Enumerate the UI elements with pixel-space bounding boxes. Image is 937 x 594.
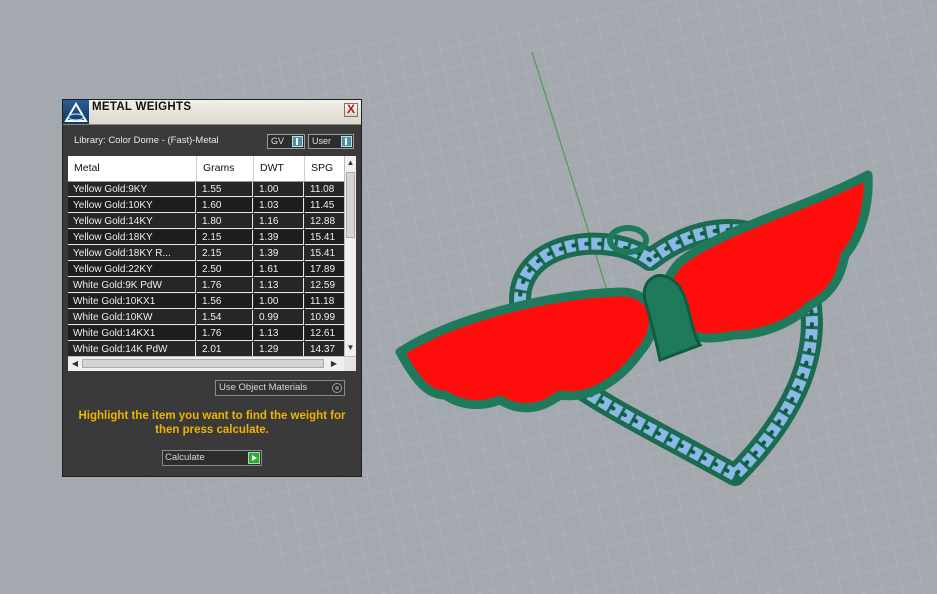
mode-dropdown-value: User (312, 136, 332, 146)
scroll-left-icon[interactable]: ◀ (69, 357, 81, 371)
cell-dwt: 1.29 (254, 342, 304, 356)
close-icon[interactable]: X (344, 103, 358, 117)
cell-spg: 14.37 (305, 342, 344, 356)
cell-grams: 1.60 (197, 198, 253, 213)
table-row[interactable]: White Gold:14K PdW 2.01 1.29 14.37 (68, 342, 344, 356)
horizontal-scrollbar[interactable]: ◀ ▶ (68, 356, 356, 371)
instructions-text: Highlight the item you want to find the … (78, 410, 346, 436)
table-row[interactable]: Yellow Gold:10KY 1.60 1.03 11.45 (68, 198, 344, 214)
cell-dwt: 1.00 (254, 182, 304, 197)
scroll-right-icon[interactable]: ▶ (328, 357, 340, 371)
cell-metal: White Gold:10KX1 (68, 294, 196, 309)
radio-icon[interactable] (332, 383, 342, 393)
cell-grams: 1.56 (197, 294, 253, 309)
metal-table: Metal Grams DWT SPG Yellow Gold:9KY 1.55 1… (68, 156, 356, 371)
dropdown-toggle-icon[interactable] (341, 136, 352, 147)
cell-grams: 2.01 (197, 342, 253, 356)
dropdown-toggle-icon[interactable] (292, 136, 303, 147)
cell-spg: 17.89 (305, 262, 344, 277)
panel-titlebar[interactable]: METAL WEIGHTS X (63, 100, 361, 125)
table-row[interactable]: Yellow Gold:18KY 2.15 1.39 15.41 (68, 230, 344, 246)
column-header-dwt[interactable]: DWT (254, 156, 305, 181)
panel-title: METAL WEIGHTS (92, 101, 192, 113)
cell-dwt: 1.16 (254, 214, 304, 229)
cell-grams: 1.76 (197, 278, 253, 293)
table-row[interactable]: Yellow Gold:18KY R... 2.15 1.39 15.41 (68, 246, 344, 262)
unit-dropdown-value: GV (271, 136, 285, 146)
table-row[interactable]: White Gold:9K PdW 1.76 1.13 12.59 (68, 278, 344, 294)
cell-metal: White Gold:9K PdW (68, 278, 196, 293)
cell-dwt: 0.99 (254, 310, 304, 325)
cell-grams: 1.55 (197, 182, 253, 197)
cell-spg: 11.08 (305, 182, 344, 197)
cell-grams: 2.15 (197, 246, 253, 261)
play-arrow-icon[interactable] (248, 452, 260, 464)
vertical-scroll-thumb[interactable] (346, 172, 355, 238)
cell-grams: 2.50 (197, 262, 253, 277)
table-row[interactable]: White Gold:14KX1 1.76 1.13 12.61 (68, 326, 344, 342)
calculate-button[interactable]: Calculate (162, 450, 262, 466)
table-row[interactable]: Yellow Gold:14KY 1.80 1.16 12.88 (68, 214, 344, 230)
cell-metal: Yellow Gold:10KY (68, 198, 196, 213)
scroll-corner (344, 357, 356, 371)
cell-metal: Yellow Gold:14KY (68, 214, 196, 229)
cell-dwt: 1.61 (254, 262, 304, 277)
cell-metal: White Gold:10KW (68, 310, 196, 325)
use-object-materials-toggle[interactable]: Use Object Materials (215, 380, 345, 396)
cell-dwt: 1.13 (254, 278, 304, 293)
table-row[interactable]: Yellow Gold:22KY 2.50 1.61 17.89 (68, 262, 344, 278)
use-object-materials-label: Use Object Materials (219, 382, 308, 393)
cell-grams: 1.80 (197, 214, 253, 229)
mode-dropdown[interactable]: User (308, 134, 354, 149)
table-row[interactable]: White Gold:10KX1 1.56 1.00 11.18 (68, 294, 344, 310)
column-header-metal[interactable]: Metal (68, 156, 197, 181)
horizontal-scroll-thumb[interactable] (82, 359, 324, 368)
scroll-up-icon[interactable]: ▲ (345, 157, 356, 169)
cell-metal: White Gold:14K PdW (68, 342, 196, 356)
cell-dwt: 1.39 (254, 246, 304, 261)
table-body: Yellow Gold:9KY 1.55 1.00 11.08 Yellow Gold:… (68, 182, 344, 356)
scroll-down-icon[interactable]: ▼ (345, 342, 356, 354)
calculate-label: Calculate (165, 452, 205, 463)
cell-dwt: 1.00 (254, 294, 304, 309)
cell-spg: 12.61 (305, 326, 344, 341)
cell-grams: 2.15 (197, 230, 253, 245)
cell-dwt: 1.39 (254, 230, 304, 245)
cell-spg: 15.41 (305, 230, 344, 245)
metal-weights-panel: METAL WEIGHTS X Library: Color Dome - (F… (62, 99, 362, 477)
cell-spg: 12.88 (305, 214, 344, 229)
cell-spg: 15.41 (305, 246, 344, 261)
column-header-spg[interactable]: SPG (305, 156, 344, 181)
cell-dwt: 1.13 (254, 326, 304, 341)
column-header-grams[interactable]: Grams (197, 156, 254, 181)
unit-dropdown[interactable]: GV (267, 134, 305, 149)
cell-grams: 1.54 (197, 310, 253, 325)
cell-metal: Yellow Gold:22KY (68, 262, 196, 277)
cell-spg: 11.18 (305, 294, 344, 309)
cell-spg: 10.99 (305, 310, 344, 325)
cell-metal: White Gold:14KX1 (68, 326, 196, 341)
table-header: Metal Grams DWT SPG (68, 156, 344, 182)
table-row[interactable]: Yellow Gold:9KY 1.55 1.00 11.08 (68, 182, 344, 198)
dome-logo-icon (63, 100, 89, 124)
cell-metal: Yellow Gold:9KY (68, 182, 196, 197)
table-row[interactable]: White Gold:10KW 1.54 0.99 10.99 (68, 310, 344, 326)
cell-spg: 12.59 (305, 278, 344, 293)
library-label: Library: Color Dome - (Fast)-Metal (74, 135, 219, 146)
cell-grams: 1.76 (197, 326, 253, 341)
cell-dwt: 1.03 (254, 198, 304, 213)
cell-spg: 11.45 (305, 198, 344, 213)
vertical-scrollbar[interactable]: ▲ ▼ (344, 156, 356, 356)
cell-metal: Yellow Gold:18KY R... (68, 246, 196, 261)
cell-metal: Yellow Gold:18KY (68, 230, 196, 245)
